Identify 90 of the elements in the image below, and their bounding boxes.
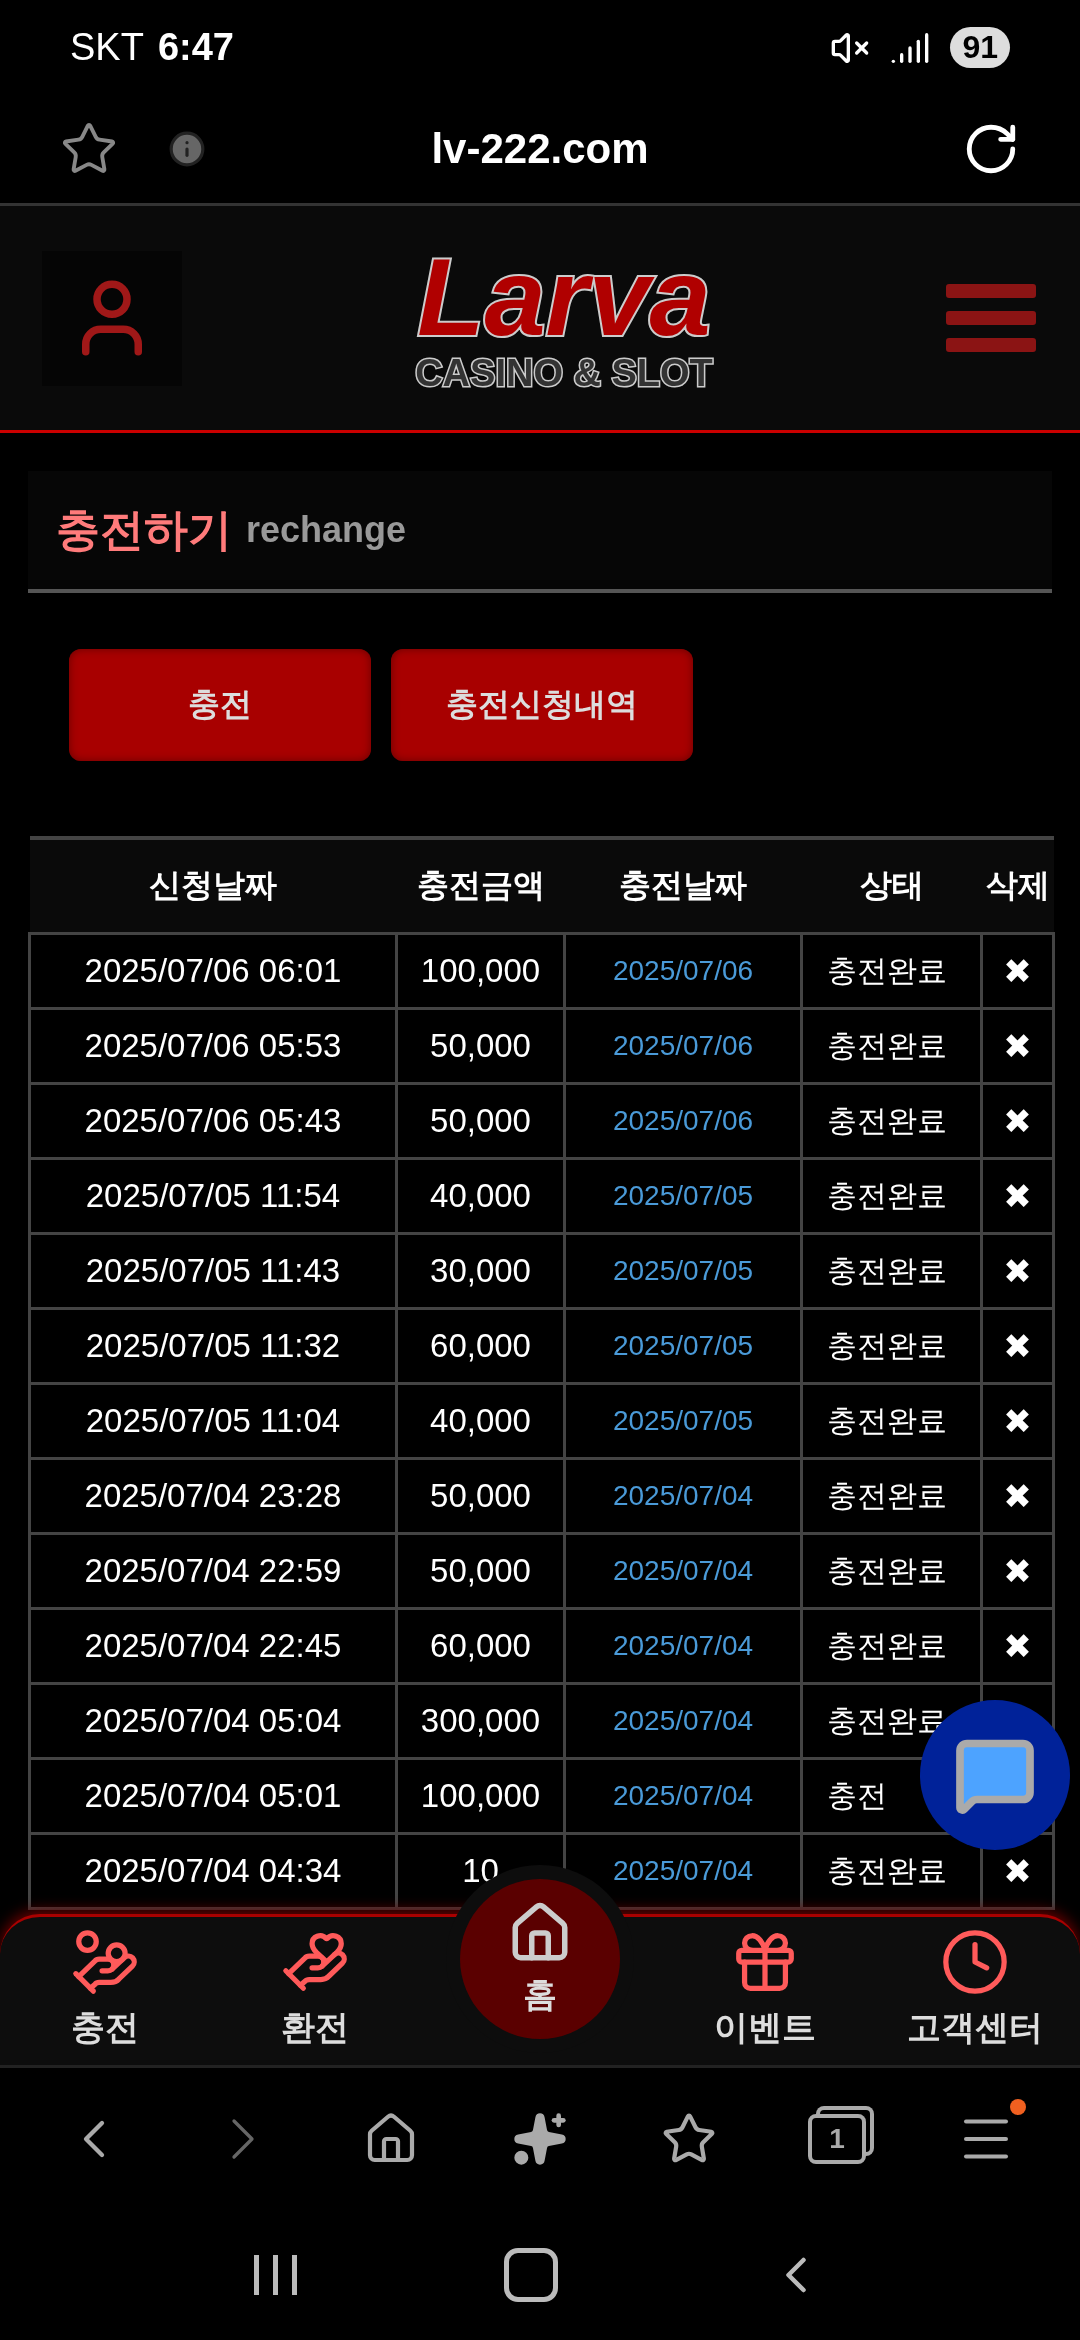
system-home-button[interactable] [504, 2248, 559, 2302]
user-button[interactable] [42, 250, 182, 386]
nav-tab[interactable]: 고객센터 [870, 1927, 1080, 2065]
table-cell: 2025/07/06 05:53 [84, 1027, 342, 1064]
clock-time: 6:47 [157, 26, 234, 69]
column-header: 삭제 [981, 838, 1054, 934]
table-cell: 2025/07/05 11:04 [85, 1402, 341, 1439]
hand-coins-icon [70, 1927, 140, 1997]
logo-name: Larva [417, 241, 711, 352]
table-cell: 40,000 [430, 1402, 531, 1439]
table-cell: 2025/07/05 [612, 1405, 754, 1436]
tabs-button[interactable]: 1 [797, 2099, 878, 2179]
table-cell: 300,000 [420, 1702, 541, 1739]
table-cell: 100,000 [420, 952, 541, 989]
table-cell: 2025/07/04 23:28 [84, 1477, 342, 1514]
table-cell: 60,000 [430, 1627, 531, 1664]
delete-button[interactable]: ✖ [1003, 1102, 1032, 1140]
nav-tab[interactable]: 이벤트 [660, 1927, 870, 2065]
battery-level: 91 [950, 27, 1010, 68]
delete-button[interactable]: ✖ [1003, 1552, 1032, 1590]
delete-button[interactable]: ✖ [1003, 1402, 1032, 1440]
table-cell: 충전완료 [827, 1553, 947, 1587]
table-cell: 40,000 [430, 1177, 531, 1214]
table-cell: 충전완료 [827, 1478, 947, 1512]
table-cell: 2025/07/04 04:34 [84, 1852, 342, 1889]
logo-tagline: CASINO & SLOT [415, 351, 713, 395]
delete-button[interactable]: ✖ [1003, 1177, 1032, 1215]
table-cell: 2025/07/04 [612, 1780, 754, 1811]
table-cell: 충전 [827, 1778, 887, 1812]
table-cell: 2025/07/06 [612, 955, 754, 986]
action-button[interactable]: 충전 [69, 649, 371, 761]
table-cell: 2025/07/05 11:43 [85, 1252, 341, 1289]
info-icon[interactable] [168, 130, 206, 168]
table-cell: 2025/07/04 [612, 1705, 754, 1736]
page-title: 충전하기 [56, 503, 232, 556]
sparkles-icon [511, 2111, 568, 2167]
delete-button[interactable]: ✖ [1003, 1627, 1032, 1665]
table-cell: 충전완료 [827, 1853, 947, 1887]
table-cell: 2025/07/05 11:54 [85, 1177, 341, 1214]
page-subtitle: rechange [246, 509, 407, 551]
table-cell: 100,000 [420, 1777, 541, 1814]
delete-button[interactable]: ✖ [1003, 1027, 1032, 1065]
table-cell: 충전완료 [827, 1028, 947, 1062]
recents-button[interactable] [253, 2255, 297, 2295]
table-cell: 2025/07/05 [612, 1180, 754, 1211]
table-cell: 2025/07/04 [612, 1480, 754, 1511]
column-header: 충전날짜 [564, 838, 802, 934]
table-cell: 2025/07/06 [612, 1105, 754, 1136]
action-button[interactable]: 충전신청내역 [391, 649, 693, 761]
table-cell: 60,000 [430, 1327, 531, 1364]
table-cell: 2025/07/06 06:01 [84, 952, 342, 989]
table-cell: 50,000 [430, 1552, 531, 1589]
table-cell: 30,000 [430, 1252, 531, 1289]
table-cell: 50,000 [430, 1477, 531, 1514]
column-header: 신청날짜 [29, 838, 397, 934]
delete-button[interactable]: ✖ [1003, 952, 1032, 990]
notification-dot [1009, 2099, 1026, 2115]
delete-button[interactable]: ✖ [1003, 1327, 1032, 1365]
table-cell: 2025/07/04 05:04 [84, 1702, 342, 1739]
delete-button[interactable]: ✖ [1003, 1252, 1032, 1290]
url-text[interactable]: lv-222.com [0, 125, 1080, 173]
carrier-name: SKT [70, 26, 144, 69]
delete-button[interactable]: ✖ [1003, 1477, 1032, 1515]
nav-tab[interactable]: 충전 [0, 1927, 210, 2065]
table-cell: 2025/07/04 22:45 [84, 1627, 342, 1664]
table-cell: 50,000 [430, 1102, 531, 1139]
table-cell: 2025/07/04 [612, 1555, 754, 1586]
table-cell: 충전완료 [827, 1253, 947, 1287]
table-cell: 2025/07/05 11:32 [85, 1327, 341, 1364]
column-header: 충전금액 [396, 838, 565, 934]
table-cell: 2025/07/05 [612, 1255, 754, 1286]
table-cell: 충전완료 [827, 953, 947, 987]
table-cell: 충전완료 [827, 1178, 947, 1212]
clock-icon [940, 1927, 1010, 1997]
table-cell: 2025/07/04 [612, 1630, 754, 1661]
forward-icon [230, 2117, 255, 2161]
table-cell: 50,000 [430, 1027, 531, 1064]
table-cell: 충전완료 [827, 1103, 947, 1137]
table-cell: 2025/07/04 22:59 [84, 1552, 342, 1589]
table-cell: 충전완료 [827, 1403, 947, 1437]
table-cell: 충전완료 [827, 1703, 947, 1737]
table-cell: 충전완료 [827, 1328, 947, 1362]
nav-tab[interactable]: 환전 [210, 1927, 420, 2065]
table-cell: 2025/07/05 [612, 1330, 754, 1361]
table-cell: 2025/07/06 05:43 [84, 1102, 342, 1139]
table-cell: 충전완료 [827, 1628, 947, 1662]
table-cell: 2025/07/04 05:01 [84, 1777, 342, 1814]
table-cell: 2025/07/06 [612, 1030, 754, 1061]
delete-button[interactable]: ✖ [1003, 1852, 1032, 1890]
column-header: 상태 [801, 838, 982, 934]
